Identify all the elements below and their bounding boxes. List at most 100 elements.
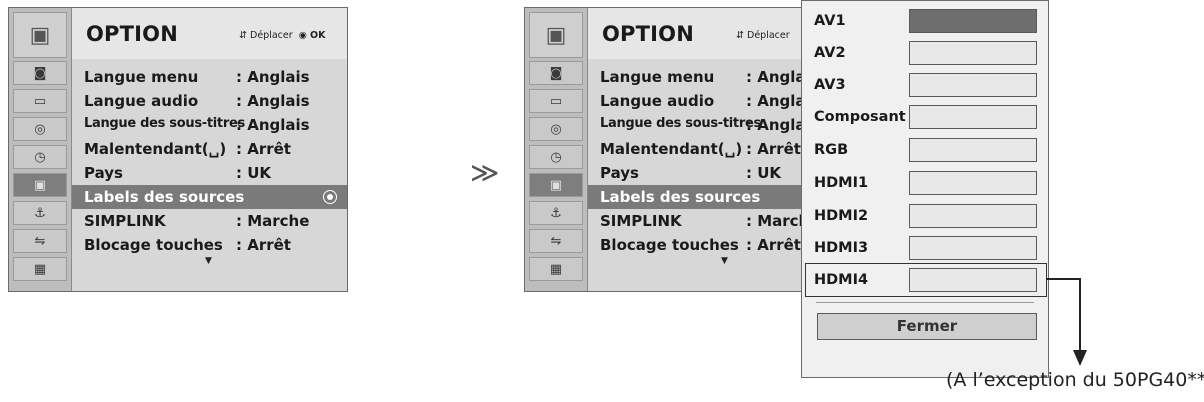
usb-photo-icon[interactable]: ▦ xyxy=(13,257,67,281)
source-row-rgb[interactable]: RGB xyxy=(802,134,1048,164)
callout-line xyxy=(1046,278,1081,352)
ok-hint-label: OK xyxy=(310,30,326,41)
menu-item-label: Pays xyxy=(600,164,639,182)
option-category-icon: ▣ xyxy=(529,12,583,58)
menu-item-label: Blocage touches xyxy=(84,236,223,254)
source-name-field[interactable] xyxy=(909,236,1037,260)
menu-item-simplink[interactable]: SIMPLINK : Marche xyxy=(72,209,347,233)
model-exception-caption: (A l’exception du 50PG40** ) xyxy=(946,369,1204,391)
menu-item-label: Langue menu xyxy=(600,68,715,86)
option-menu-left: ▣ ◙ ▭ ◎ ◷ ▣ ⚓ ⇋ ▦ OPTION ⇵ Déplacer ◉ OK… xyxy=(8,7,348,292)
source-label: HDMI3 xyxy=(814,240,869,256)
screen-icon[interactable]: ▭ xyxy=(529,89,583,113)
picture-icon[interactable]: ◙ xyxy=(13,61,67,85)
menu-item-label: Malentendant(␣) xyxy=(84,140,227,158)
lock-icon[interactable]: ⚓ xyxy=(13,201,67,225)
menu-item-label: Malentendant(␣) xyxy=(600,140,743,158)
menu-item-label: Pays xyxy=(84,164,123,182)
menu-item-value: : Arrêt xyxy=(746,236,801,254)
menu-item-value: : Marche xyxy=(236,212,310,230)
menu-item-blocage-touches[interactable]: Blocage touches : Arrêt xyxy=(72,233,347,257)
source-name-field[interactable] xyxy=(909,9,1037,33)
menu-item-labels-des-sources[interactable]: Labels des sources xyxy=(588,185,805,209)
menu-item-labels-des-sources[interactable]: Labels des sources xyxy=(72,185,347,209)
source-label: HDMI1 xyxy=(814,175,869,191)
clock-icon[interactable]: ◷ xyxy=(529,145,583,169)
menu-item-value: : UK xyxy=(746,164,782,182)
source-name-field[interactable] xyxy=(909,73,1037,97)
menu-item-value: : Arrêt xyxy=(236,140,291,158)
ok-radio-icon xyxy=(323,190,337,204)
hdmi4-callout-frame xyxy=(805,263,1047,297)
source-label: AV1 xyxy=(814,13,846,29)
menu-item-value: : Arrêt xyxy=(236,236,291,254)
source-name-field[interactable] xyxy=(909,204,1037,228)
screen-icon[interactable]: ▭ xyxy=(13,89,67,113)
lock-icon[interactable]: ⚓ xyxy=(529,201,583,225)
menu-item-label: Labels des sources xyxy=(84,188,245,206)
menu-item-malentendant[interactable]: Malentendant(␣) : Arrêt xyxy=(72,137,347,161)
menu-item-value: : Anglais xyxy=(236,92,310,110)
menu-item-simplink[interactable]: SIMPLINK : Marche xyxy=(588,209,805,233)
usb-photo-icon[interactable]: ▦ xyxy=(529,257,583,281)
menu-list: Langue menu : Anglai Langue audio : Angl… xyxy=(588,59,805,291)
menu-item-label: Langue audio xyxy=(84,92,199,110)
nav-hint: ⇵ Déplacer xyxy=(736,30,790,41)
source-name-field[interactable] xyxy=(909,105,1037,129)
menu-item-label: SIMPLINK xyxy=(600,212,682,230)
audio-icon[interactable]: ◎ xyxy=(529,117,583,141)
move-arrows-icon: ⇵ xyxy=(736,30,744,41)
source-row-composant[interactable]: Composant xyxy=(802,101,1048,131)
scroll-down-icon[interactable]: ▼ xyxy=(205,256,212,266)
menu-item-langue-audio[interactable]: Langue audio : Anglai xyxy=(588,89,805,113)
menu-item-pays[interactable]: Pays : UK xyxy=(72,161,347,185)
option-icon[interactable]: ▣ xyxy=(13,173,67,197)
menu-item-pays[interactable]: Pays : UK xyxy=(588,161,805,185)
menu-item-langue-sous-titres[interactable]: Langue des sous-titres : Anglai xyxy=(588,113,805,137)
scroll-down-icon[interactable]: ▼ xyxy=(721,256,728,266)
source-label-popup: AV1 AV2 AV3 Composant RGB HDMI1 HDMI2 HD… xyxy=(801,0,1049,378)
arrow-head-icon xyxy=(1073,350,1087,366)
menu-item-langue-sous-titres[interactable]: Langue des sous-titres : Anglais xyxy=(72,113,347,137)
menu-item-value: : Anglais xyxy=(236,116,310,134)
menu-item-value: : Anglai xyxy=(746,68,806,86)
source-row-av2[interactable]: AV2 xyxy=(802,37,1048,67)
close-button[interactable]: Fermer xyxy=(817,313,1037,340)
menu-item-label: Langue audio xyxy=(600,92,715,110)
source-name-field[interactable] xyxy=(909,138,1037,162)
source-name-field[interactable] xyxy=(909,41,1037,65)
picture-icon[interactable]: ◙ xyxy=(529,61,583,85)
menu-item-value: : Marche xyxy=(746,212,805,230)
source-name-field[interactable] xyxy=(909,171,1037,195)
menu-item-malentendant[interactable]: Malentendant(␣) : Arrêt xyxy=(588,137,805,161)
source-label: HDMI2 xyxy=(814,208,869,224)
transition-arrow-icon: ≫ xyxy=(470,156,500,189)
clock-icon[interactable]: ◷ xyxy=(13,145,67,169)
option-menu-right: ▣ ◙ ▭ ◎ ◷ ▣ ⚓ ⇋ ▦ OPTION ⇵ Déplacer Lang… xyxy=(524,7,806,292)
menu-item-langue-audio[interactable]: Langue audio : Anglais xyxy=(72,89,347,113)
source-row-hdmi1[interactable]: HDMI1 xyxy=(802,167,1048,197)
input-icon[interactable]: ⇋ xyxy=(529,229,583,253)
menu-item-langue-menu[interactable]: Langue menu : Anglai xyxy=(588,65,805,89)
source-row-av3[interactable]: AV3 xyxy=(802,69,1048,99)
menu-item-value: : Arrêt xyxy=(746,140,801,158)
category-icon-column: ▣ ◙ ▭ ◎ ◷ ▣ ⚓ ⇋ ▦ xyxy=(9,8,72,291)
source-row-av1[interactable]: AV1 xyxy=(802,5,1048,35)
option-icon[interactable]: ▣ xyxy=(529,173,583,197)
menu-item-blocage-touches[interactable]: Blocage touches : Arrêt xyxy=(588,233,805,257)
audio-icon[interactable]: ◎ xyxy=(13,117,67,141)
menu-item-langue-menu[interactable]: Langue menu : Anglais xyxy=(72,65,347,89)
source-row-hdmi2[interactable]: HDMI2 xyxy=(802,200,1048,230)
move-hint-label: Déplacer xyxy=(250,30,293,41)
source-row-hdmi3[interactable]: HDMI3 xyxy=(802,232,1048,262)
menu-item-label: Labels des sources xyxy=(600,188,761,206)
popup-divider xyxy=(816,302,1034,303)
menu-item-label: Blocage touches xyxy=(600,236,739,254)
input-icon[interactable]: ⇋ xyxy=(13,229,67,253)
source-label: RGB xyxy=(814,142,849,158)
nav-hint: ⇵ Déplacer ◉ OK xyxy=(239,30,325,41)
menu-item-label: SIMPLINK xyxy=(84,212,166,230)
menu-item-value: : Anglai xyxy=(746,92,806,110)
menu-header: OPTION ⇵ Déplacer ◉ OK xyxy=(72,8,347,58)
move-hint-label: Déplacer xyxy=(747,30,790,41)
